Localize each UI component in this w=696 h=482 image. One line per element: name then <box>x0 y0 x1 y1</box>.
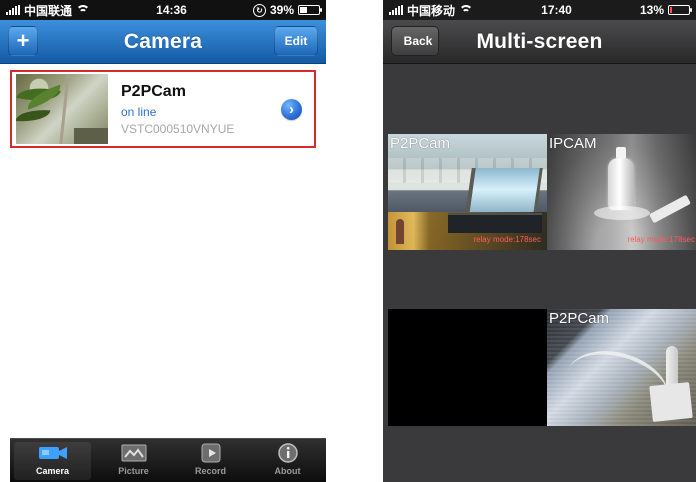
camera-grid: P2PCam relay mode:178sec IPCAM relay mod… <box>388 134 696 432</box>
tab-record[interactable]: Record <box>172 439 249 482</box>
battery-icon <box>298 5 322 15</box>
camera-feed-label: IPCAM <box>549 135 597 152</box>
status-bar-right: 中国移动 17:40 13% <box>383 0 696 20</box>
page-title-right: Multi-screen <box>476 29 603 53</box>
tab-label-camera: Camera <box>35 466 70 476</box>
signal-icon <box>6 5 20 15</box>
camera-feed-cell[interactable]: P2PCam relay mode:178sec <box>388 134 547 250</box>
status-right-group-right: 13% <box>639 3 692 17</box>
camera-id: VSTC000510VNYUE <box>121 121 235 136</box>
multi-screen-area: P2PCam relay mode:178sec IPCAM relay mod… <box>383 64 696 482</box>
relay-status-text: relay mode:178sec <box>473 235 541 244</box>
record-icon <box>196 442 226 464</box>
grid-spacer <box>547 250 696 309</box>
carrier-label-right: 中国移动 <box>407 3 456 18</box>
right-phone-screen: 中国移动 17:40 13% Back Multi-screen P2PCam … <box>383 0 696 482</box>
info-icon <box>273 442 303 464</box>
wifi-icon <box>76 5 91 15</box>
battery-percent-right: 13% <box>639 3 664 17</box>
chevron-right-icon[interactable]: › <box>281 99 302 120</box>
wifi-icon <box>459 5 474 15</box>
battery-icon <box>668 5 692 15</box>
camera-name: P2PCam <box>121 82 186 100</box>
tab-about[interactable]: About <box>249 439 326 482</box>
camera-feed-label: P2PCam <box>390 135 451 152</box>
grid-spacer <box>388 250 547 309</box>
status-left-group: 中国联通 <box>6 2 91 19</box>
navigation-bar: + Camera Edit <box>0 20 326 64</box>
tab-label-about: About <box>274 466 301 476</box>
camera-list-item[interactable]: P2PCam on line VSTC000510VNYUE › <box>12 72 314 146</box>
camera-list-empty-area <box>10 148 326 439</box>
left-phone-screen: 中国联通 14:36 ↻ 39% + Camera Edit P2PCam on… <box>0 0 326 482</box>
signal-icon <box>389 5 403 15</box>
status-time-right: 17:40 <box>541 3 572 17</box>
tab-bar: Camera Picture Record About <box>10 438 326 482</box>
page-title: Camera <box>123 29 203 53</box>
back-button[interactable]: Back <box>391 26 439 56</box>
add-camera-button[interactable]: + <box>8 26 38 56</box>
tab-picture[interactable]: Picture <box>95 439 172 482</box>
status-right-group: ↻ 39% <box>252 3 322 17</box>
lock-icon: ↻ <box>252 3 266 17</box>
navigation-bar-right: Back Multi-screen <box>383 20 696 64</box>
carrier-label: 中国联通 <box>24 3 73 18</box>
status-time: 14:36 <box>156 3 187 17</box>
battery-percent: 39% <box>269 3 294 17</box>
status-bar: 中国联通 14:36 ↻ 39% <box>0 0 326 20</box>
camera-icon <box>38 442 68 464</box>
status-left-group-right: 中国移动 <box>389 2 474 19</box>
relay-status-text: relay mode:178sec <box>627 235 695 244</box>
camera-list: P2PCam on line VSTC000510VNYUE › <box>10 70 316 148</box>
tab-camera[interactable]: Camera <box>14 442 91 480</box>
tab-label-record: Record <box>194 466 226 476</box>
tab-label-picture: Picture <box>118 466 149 476</box>
camera-thumbnail <box>16 74 108 144</box>
camera-feed-label: P2PCam <box>549 310 610 327</box>
picture-icon <box>119 442 149 464</box>
edit-button[interactable]: Edit <box>274 26 318 56</box>
camera-feed-cell-empty[interactable] <box>388 309 547 426</box>
camera-feed-cell[interactable]: IPCAM relay mode:178sec <box>547 134 696 250</box>
camera-feed-cell[interactable]: P2PCam <box>547 309 696 426</box>
